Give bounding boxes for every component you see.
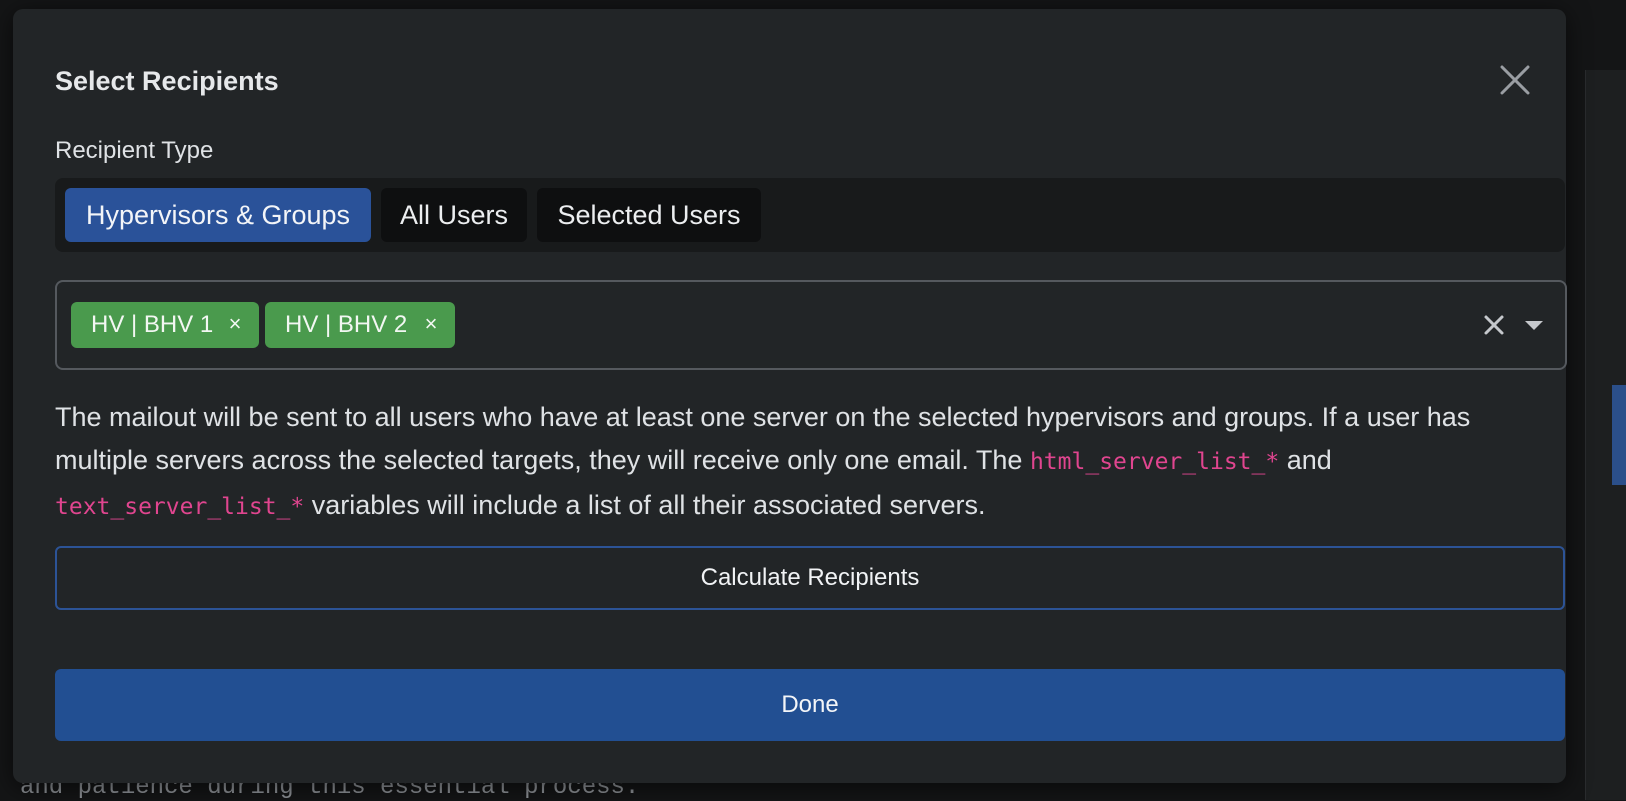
- tab-selected-users[interactable]: Selected Users: [537, 188, 761, 242]
- select-recipients-dialog: Select Recipients Recipient Type Hypervi…: [13, 9, 1567, 783]
- description-text: variables will include a list of all the…: [304, 490, 986, 520]
- chip-label: HV | BHV 2: [285, 311, 408, 338]
- calculate-recipients-button[interactable]: Calculate Recipients: [55, 546, 1565, 610]
- done-button[interactable]: Done: [55, 669, 1565, 741]
- description-text: and: [1279, 445, 1332, 475]
- clear-selection-button[interactable]: [1477, 308, 1511, 342]
- chip-label: HV | BHV 1: [91, 311, 214, 338]
- chevron-down-icon: [1525, 321, 1543, 330]
- clear-icon: [1484, 315, 1504, 335]
- text-server-list-variable: text_server_list_*: [55, 494, 305, 520]
- dialog-title: Select Recipients: [55, 66, 279, 96]
- background-selected-row: [1612, 385, 1626, 485]
- selected-chip: HV | BHV 1 ×: [71, 302, 259, 348]
- close-button[interactable]: [1496, 61, 1534, 99]
- chip-remove-icon[interactable]: ×: [223, 302, 247, 348]
- tab-hypervisors-groups[interactable]: Hypervisors & Groups: [65, 188, 371, 242]
- chip-remove-icon[interactable]: ×: [419, 302, 443, 348]
- recipient-type-tabs: Hypervisors & Groups All Users Selected …: [55, 178, 1565, 252]
- selected-chip: HV | BHV 2 ×: [265, 302, 455, 348]
- dropdown-toggle[interactable]: [1517, 308, 1551, 342]
- recipient-type-label: Recipient Type: [55, 137, 214, 164]
- close-icon: [1500, 65, 1530, 95]
- hypervisor-group-multiselect[interactable]: HV | BHV 1 × HV | BHV 2 ×: [55, 280, 1567, 370]
- html-server-list-variable: html_server_list_*: [1029, 449, 1280, 475]
- mailout-description: The mailout will be sent to all users wh…: [55, 396, 1555, 529]
- tab-all-users[interactable]: All Users: [381, 188, 527, 242]
